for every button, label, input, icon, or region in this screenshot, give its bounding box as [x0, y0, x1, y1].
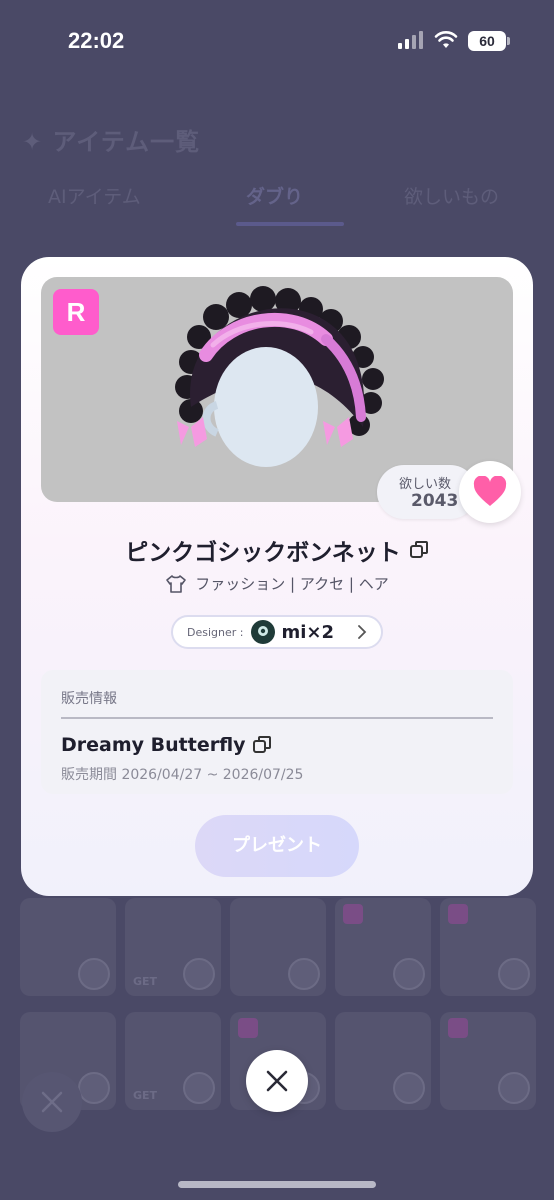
heart-icon[interactable] — [183, 958, 215, 990]
item-detail-modal: R 欲しい数 2043 ピンクゴシックボンネット ファッション | アクセ | … — [21, 257, 533, 896]
avatar-icon — [258, 626, 269, 636]
heart-icon[interactable] — [498, 958, 530, 990]
sales-info-title: 販売情報 — [61, 691, 117, 707]
bg-item-card[interactable] — [230, 898, 326, 996]
battery-tip — [507, 37, 510, 45]
heart-icon[interactable] — [288, 958, 320, 990]
rarity-badge — [448, 1018, 468, 1038]
sales-event-row: Dreamy Butterfly — [61, 734, 272, 756]
get-tag: GET — [133, 1089, 158, 1102]
heart-icon[interactable] — [183, 1072, 215, 1104]
rarity-badge: R — [53, 289, 99, 335]
bg-item-card[interactable] — [335, 898, 431, 996]
bg-tabs: AIアイテム ダブり 欲しいもの — [0, 182, 554, 222]
bg-tab-wishlist[interactable]: 欲しいもの — [404, 182, 499, 209]
sales-period: 販売期間 2026/04/27 ~ 2026/07/25 — [61, 767, 304, 783]
bg-tab-ai-items[interactable]: AIアイテム — [48, 182, 141, 209]
heart-icon[interactable] — [78, 958, 110, 990]
item-name-row: ピンクゴシックボンネット — [21, 533, 533, 567]
item-name: ピンクゴシックボンネット — [125, 540, 401, 566]
close-icon — [41, 1091, 63, 1113]
bg-tab-duplicates[interactable]: ダブり — [246, 182, 303, 209]
heart-icon[interactable] — [393, 1072, 425, 1104]
want-count-label: 欲しい数 — [399, 477, 452, 492]
designer-avatar — [251, 620, 276, 644]
designer-link[interactable]: Designer : mi×2 — [171, 615, 383, 649]
heart-icon[interactable] — [498, 1072, 530, 1104]
heart-icon — [473, 476, 507, 506]
item-category: ファッション | アクセ | ヘア — [195, 575, 389, 593]
status-time: 22:02 — [68, 28, 125, 53]
bg-item-card[interactable] — [440, 1012, 536, 1110]
close-modal-button[interactable] — [246, 1050, 308, 1112]
heart-icon[interactable] — [393, 958, 425, 990]
heart-icon[interactable] — [78, 1072, 110, 1104]
shirt-icon — [166, 574, 187, 593]
close-icon — [266, 1070, 288, 1092]
bg-item-card[interactable] — [335, 1012, 431, 1110]
home-indicator[interactable] — [178, 1181, 376, 1188]
copy-icon[interactable] — [252, 735, 272, 755]
bg-item-card[interactable]: GET — [125, 1012, 221, 1110]
bg-item-card[interactable]: GET — [125, 898, 221, 996]
status-bar: 22:02 60 — [0, 0, 554, 80]
signal-icon — [398, 31, 424, 49]
wifi-icon — [434, 31, 458, 48]
bg-item-card[interactable] — [440, 898, 536, 996]
designer-label: Designer : — [187, 625, 244, 639]
present-button[interactable]: プレゼント — [195, 815, 359, 877]
bg-item-card[interactable] — [20, 898, 116, 996]
sales-info-box: 販売情報 Dreamy Butterfly 販売期間 2026/04/27 ~ … — [41, 670, 513, 794]
sales-event-name: Dreamy Butterfly — [61, 734, 246, 756]
bg-tab-underline — [236, 222, 344, 226]
want-count-value: 2043 — [411, 491, 459, 511]
bg-close-button[interactable] — [22, 1072, 82, 1132]
rarity-badge — [343, 904, 363, 924]
copy-icon[interactable] — [409, 540, 429, 560]
get-tag: GET — [133, 975, 158, 988]
want-heart-button[interactable] — [459, 461, 521, 523]
bg-page-title: ✦ アイテム一覧 — [22, 128, 201, 156]
rarity-badge — [238, 1018, 258, 1038]
chevron-right-icon — [358, 625, 367, 639]
battery-indicator: 60 — [468, 31, 506, 51]
designer-name: mi×2 — [281, 621, 335, 643]
sales-divider — [61, 717, 493, 719]
item-category-row: ファッション | アクセ | ヘア — [21, 573, 533, 598]
rarity-badge — [448, 904, 468, 924]
